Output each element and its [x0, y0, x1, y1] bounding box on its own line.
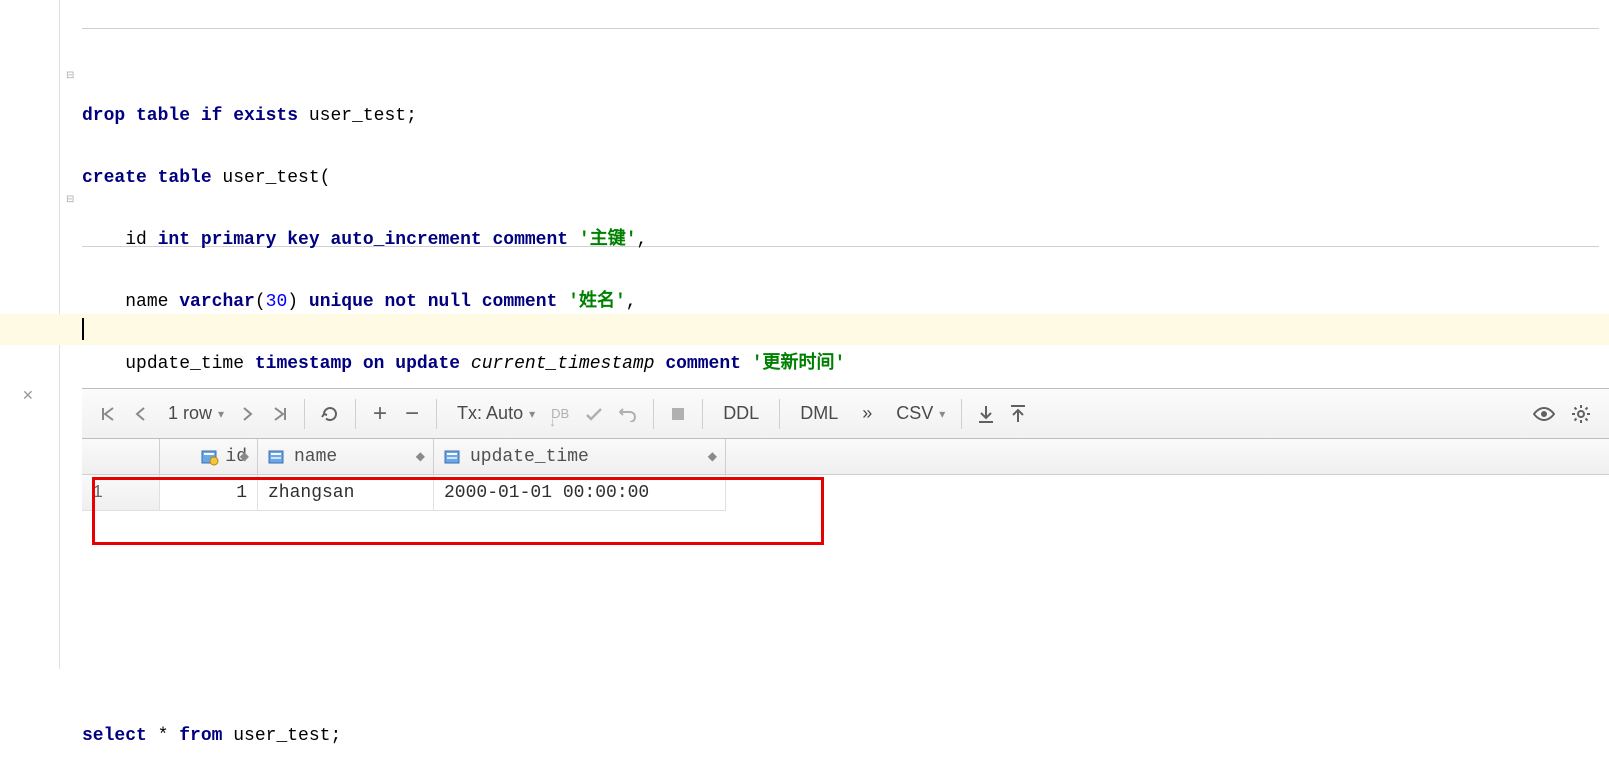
- sql-text: user_test(: [212, 168, 331, 188]
- view-icon[interactable]: [1527, 398, 1561, 430]
- sql-keyword: varchar: [179, 292, 255, 312]
- grid-header-rownum[interactable]: [82, 439, 160, 474]
- toolbar-separator: [779, 399, 780, 429]
- sql-indent: [82, 354, 125, 374]
- more-button[interactable]: »: [852, 398, 882, 430]
- grid-header-update-time[interactable]: update_time ◆: [434, 439, 726, 474]
- refresh-icon[interactable]: [315, 398, 345, 430]
- sql-string: '更新时间': [752, 354, 846, 374]
- sql-text: user_test;: [222, 726, 341, 746]
- toolbar-separator: [436, 399, 437, 429]
- sql-keyword: select: [82, 726, 147, 746]
- export-format-dropdown[interactable]: CSV ▾: [886, 398, 951, 430]
- settings-icon[interactable]: [1565, 398, 1597, 430]
- results-panel: 1 row ▾ + − Tx: Auto ▾ DB↓: [82, 388, 1609, 669]
- tx-label: Tx: Auto: [453, 403, 527, 424]
- sql-keyword: create table: [82, 168, 212, 188]
- sql-keyword: drop table if exists: [82, 106, 298, 126]
- sql-string: '姓名': [568, 292, 626, 312]
- sql-text: user_test;: [298, 106, 417, 126]
- first-page-icon[interactable]: [94, 398, 122, 430]
- prev-page-icon[interactable]: [126, 398, 154, 430]
- key-column-icon: [201, 448, 219, 466]
- fold-end-icon[interactable]: ⊟: [66, 194, 74, 206]
- add-row-icon[interactable]: +: [366, 398, 394, 430]
- column-label: update_time: [470, 447, 589, 467]
- grid-header-id[interactable]: id ◆: [160, 439, 258, 474]
- csv-label: CSV: [892, 403, 937, 424]
- chevron-down-icon: ▾: [218, 407, 224, 421]
- sql-text: ,: [626, 292, 637, 312]
- download-icon[interactable]: [972, 398, 1000, 430]
- cell-name[interactable]: zhangsan: [258, 475, 434, 511]
- grid-header-row: id ◆ name ◆ update_time ◆: [82, 439, 1609, 475]
- row-count-label: 1 row: [164, 403, 216, 424]
- result-grid: id ◆ name ◆ update_time ◆ 1 1 zhangsan: [82, 439, 1609, 511]
- close-icon[interactable]: ✕: [22, 388, 34, 405]
- stop-icon[interactable]: [664, 398, 692, 430]
- sql-indent: [82, 292, 125, 312]
- row-number-cell[interactable]: 1: [82, 475, 160, 511]
- sql-text: ): [287, 292, 309, 312]
- upload-icon[interactable]: [1004, 398, 1032, 430]
- sql-keyword: unique not null comment: [309, 292, 568, 312]
- sort-icon[interactable]: ◆: [416, 449, 425, 464]
- sql-keyword: comment: [655, 354, 752, 374]
- toolbar-separator: [961, 399, 962, 429]
- sql-keyword: from: [179, 726, 222, 746]
- results-toolbar: 1 row ▾ + − Tx: Auto ▾ DB↓: [82, 389, 1609, 439]
- sql-keyword: int primary key auto_increment comment: [158, 230, 579, 250]
- next-page-icon[interactable]: [234, 398, 262, 430]
- sql-text: ,: [637, 230, 648, 250]
- chevron-down-icon: ▾: [529, 407, 535, 421]
- chevron-down-icon: ▾: [939, 407, 945, 421]
- sql-number: 30: [266, 292, 288, 312]
- sort-icon[interactable]: ◆: [240, 449, 249, 464]
- table-row[interactable]: 1 1 zhangsan 2000-01-01 00:00:00: [82, 475, 1609, 511]
- grid-header-name[interactable]: name ◆: [258, 439, 434, 474]
- last-page-icon[interactable]: [266, 398, 294, 430]
- sort-icon[interactable]: ◆: [708, 449, 717, 464]
- sql-text: name: [125, 292, 179, 312]
- tx-mode-dropdown[interactable]: Tx: Auto ▾: [447, 398, 541, 430]
- sql-text: (: [255, 292, 266, 312]
- sql-text: update_time: [125, 354, 255, 374]
- column-label: name: [294, 447, 337, 467]
- toolbar-separator: [702, 399, 703, 429]
- sql-keyword: timestamp on update: [255, 354, 471, 374]
- fold-collapse-icon[interactable]: ⊟: [66, 70, 74, 82]
- dml-button[interactable]: DML: [790, 398, 848, 430]
- cell-id[interactable]: 1: [160, 475, 258, 511]
- ddl-button[interactable]: DDL: [713, 398, 769, 430]
- sql-string: '主键': [579, 230, 637, 250]
- sql-function: current_timestamp: [471, 354, 655, 374]
- submit-icon[interactable]: [579, 398, 609, 430]
- toolbar-separator: [304, 399, 305, 429]
- sql-text: id: [125, 230, 157, 250]
- column-icon: [444, 448, 462, 466]
- row-count-dropdown[interactable]: 1 row ▾: [158, 398, 230, 430]
- commit-icon[interactable]: DB↓: [545, 398, 575, 430]
- sql-text: *: [147, 726, 179, 746]
- toolbar-separator: [653, 399, 654, 429]
- cell-update-time[interactable]: 2000-01-01 00:00:00: [434, 475, 726, 511]
- rollback-icon[interactable]: [613, 398, 643, 430]
- remove-row-icon[interactable]: −: [398, 398, 426, 430]
- toolbar-separator: [355, 399, 356, 429]
- sql-indent: [82, 230, 125, 250]
- column-icon: [268, 448, 286, 466]
